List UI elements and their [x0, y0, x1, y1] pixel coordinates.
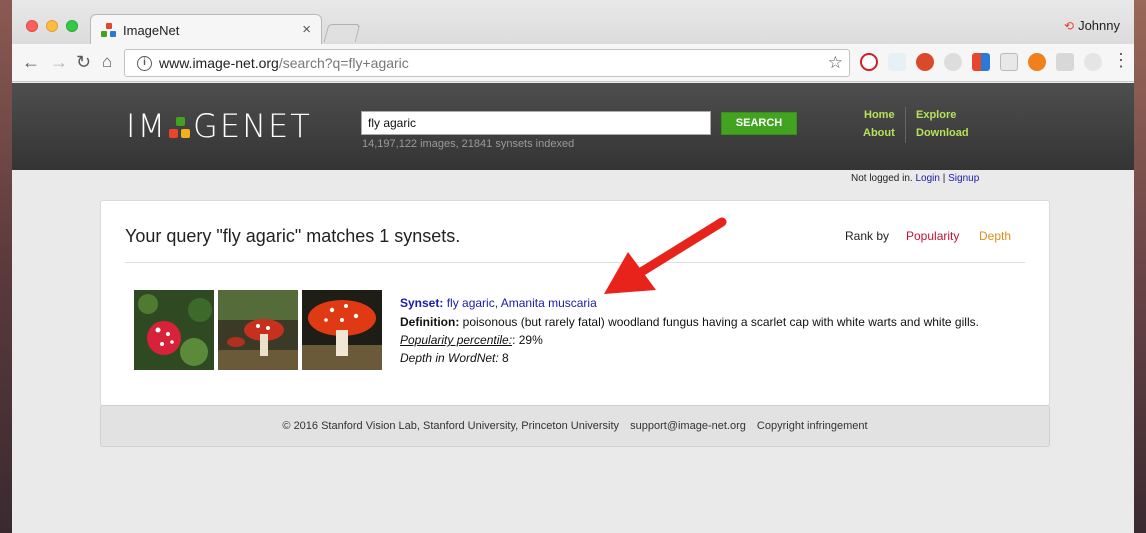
footer-copyright: © 2016 Stanford Vision Lab, Stanford Uni… [282, 420, 620, 432]
login-link[interactable]: Login [916, 173, 940, 184]
menu-icon[interactable]: ⋮ [1112, 50, 1130, 70]
back-icon[interactable]: ← [22, 52, 40, 72]
wordnet-depth: Depth in WordNet: 8 [400, 351, 509, 365]
browser-toolbar: ← → ↻ ⌂ i www.image-net.org/search?q=fly… [12, 44, 1134, 82]
divider [125, 262, 1025, 263]
page-content: IMGENET SEARCH 14,197,122 images, 21841 … [12, 83, 1134, 533]
logo-blocks-icon [169, 115, 191, 141]
footer-infringement-link[interactable]: Copyright infringement [757, 420, 868, 432]
diamond-extension-icon[interactable] [888, 53, 906, 71]
synset-link[interactable]: Synset: fly agaric, Amanita muscaria [400, 296, 597, 310]
forward-icon[interactable]: → [50, 52, 68, 72]
maximize-window-button[interactable] [66, 20, 78, 32]
imagenet-logo[interactable]: IM GENET [126, 107, 312, 145]
nav-explore-link[interactable]: Explore [916, 109, 956, 121]
puzzle-extension-icon[interactable] [972, 53, 990, 71]
search-input[interactable] [361, 111, 711, 135]
nav-home-link[interactable]: Home [864, 109, 895, 121]
url-text[interactable]: www.image-net.org/search?q=fly+agaric [159, 55, 409, 71]
address-bar[interactable]: i www.image-net.org/search?q=fly+agaric … [124, 49, 850, 77]
home-icon[interactable]: ⌂ [102, 52, 112, 72]
gray-extension-icon[interactable] [1084, 53, 1102, 71]
footer-support-email[interactable]: support@image-net.org [630, 420, 746, 432]
info-icon[interactable]: i [137, 56, 152, 71]
index-stats: 14,197,122 images, 21841 synsets indexed [362, 138, 575, 150]
profile-name: Johnny [1078, 18, 1120, 33]
imagenet-favicon-icon [101, 23, 117, 39]
rank-popularity-link[interactable]: Popularity [906, 229, 959, 243]
sync-icon: ⟲ [1064, 19, 1075, 33]
site-footer: © 2016 Stanford Vision Lab, Stanford Uni… [100, 405, 1050, 447]
feather-extension-icon[interactable] [944, 53, 962, 71]
nav-divider [905, 107, 906, 143]
profile-button[interactable]: ⟲ Johnny [1064, 18, 1120, 33]
results-card: Your query "fly agaric" matches 1 synset… [100, 200, 1050, 406]
browser-window: ImageNet × ⟲ Johnny ← → ↻ ⌂ i www.image-n… [12, 0, 1134, 533]
orange-extension-icon[interactable] [1028, 53, 1046, 71]
bookmark-star-icon[interactable]: ☆ [828, 53, 843, 73]
search-button[interactable]: SEARCH [721, 112, 797, 135]
tab-title: ImageNet [123, 23, 180, 38]
window-extension-icon[interactable] [1000, 53, 1018, 71]
login-status: Not logged in. Login | Signup [851, 173, 980, 184]
close-window-button[interactable] [26, 20, 38, 32]
site-header: IMGENET SEARCH 14,197,122 images, 21841 … [12, 83, 1134, 170]
grid-extension-icon[interactable] [1056, 53, 1074, 71]
santa-extension-icon[interactable] [916, 53, 934, 71]
minimize-window-button[interactable] [46, 20, 58, 32]
rank-by-label: Rank by [845, 229, 890, 243]
rank-depth-link[interactable]: Depth [979, 229, 1011, 243]
tab-close-icon[interactable]: × [302, 21, 311, 38]
reload-icon[interactable]: ↻ [76, 52, 91, 72]
query-result-title: Your query "fly agaric" matches 1 synset… [125, 226, 461, 246]
synset-thumbnail[interactable] [302, 290, 382, 370]
desktop-wallpaper-right [1134, 0, 1146, 533]
synset-thumbnail[interactable] [134, 290, 214, 370]
pinterest-extension-icon[interactable] [860, 53, 878, 71]
signup-link[interactable]: Signup [948, 173, 979, 184]
tab-imagenet[interactable]: ImageNet × [90, 14, 322, 45]
new-tab-button[interactable] [323, 24, 361, 42]
synset-thumbnail[interactable] [218, 290, 298, 370]
nav-about-link[interactable]: About [863, 127, 895, 139]
popularity-percentile: Popularity percentile:: 29% [400, 333, 543, 347]
desktop-wallpaper-left [0, 0, 12, 533]
tab-strip: ImageNet × ⟲ Johnny [12, 0, 1134, 45]
definition: Definition: poisonous (but rarely fatal)… [400, 315, 979, 329]
nav-download-link[interactable]: Download [916, 127, 969, 139]
